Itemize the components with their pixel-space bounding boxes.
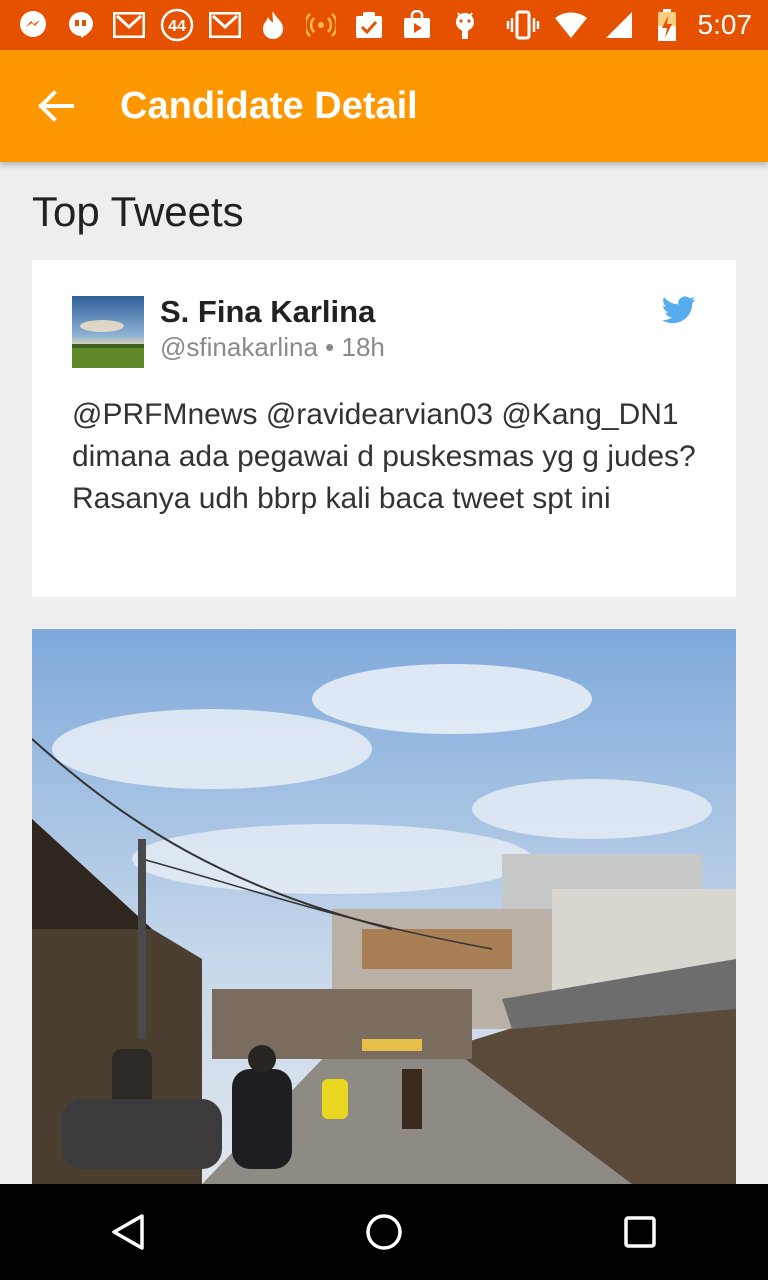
tweet-text: @PRFMnews @ravidearvian03 @Kang_DN1 dima… [72, 398, 696, 515]
wifi-icon [554, 8, 588, 42]
gmail-icon [208, 8, 242, 42]
android-icon [448, 8, 482, 42]
gmail-icon [112, 8, 146, 42]
navigation-bar [0, 1184, 768, 1280]
messenger-icon [16, 8, 50, 42]
tweet-author-handle[interactable]: @sfinakarlina [160, 332, 318, 362]
tweet-author-name[interactable]: S. Fina Karlina [160, 294, 375, 330]
play-store-icon [400, 8, 434, 42]
avatar[interactable] [72, 296, 144, 368]
app-bar: Candidate Detail [0, 50, 768, 162]
task-check-icon [352, 8, 386, 42]
twitter-bird-icon[interactable] [662, 296, 696, 324]
clock-time: 5:07 [697, 9, 753, 40]
status-bar: 44 5:07 [0, 0, 768, 50]
notification-badge-text: 44 [168, 18, 186, 35]
nav-home-button[interactable] [336, 1184, 432, 1280]
home-circle-icon [366, 1214, 402, 1250]
wifi-signal-icon [304, 8, 338, 42]
cell-signal-icon [602, 8, 636, 42]
street-market-photo [32, 629, 736, 1184]
nav-recents-button[interactable] [592, 1184, 688, 1280]
tweet-card[interactable]: S. Fina Karlina @sfinakarlina • 18h @PRF… [32, 260, 736, 597]
badge-44-icon: 44 [160, 8, 194, 42]
section-title: Top Tweets [32, 188, 244, 235]
arrow-back-icon [38, 90, 74, 122]
hangouts-icon [64, 8, 98, 42]
nav-back-button[interactable] [80, 1184, 176, 1280]
battery-charging-icon [650, 8, 684, 42]
tweet-time: 18h [341, 332, 385, 362]
back-triangle-icon [112, 1214, 144, 1250]
back-button[interactable] [0, 50, 112, 162]
tweet-photo[interactable] [32, 629, 736, 1184]
tinder-flame-icon [256, 8, 290, 42]
recents-square-icon [624, 1216, 656, 1248]
page-title: Candidate Detail [120, 84, 418, 127]
vibrate-icon [506, 8, 540, 42]
meta-separator: • [325, 332, 335, 362]
tweet-meta: @sfinakarlina • 18h [160, 332, 385, 363]
